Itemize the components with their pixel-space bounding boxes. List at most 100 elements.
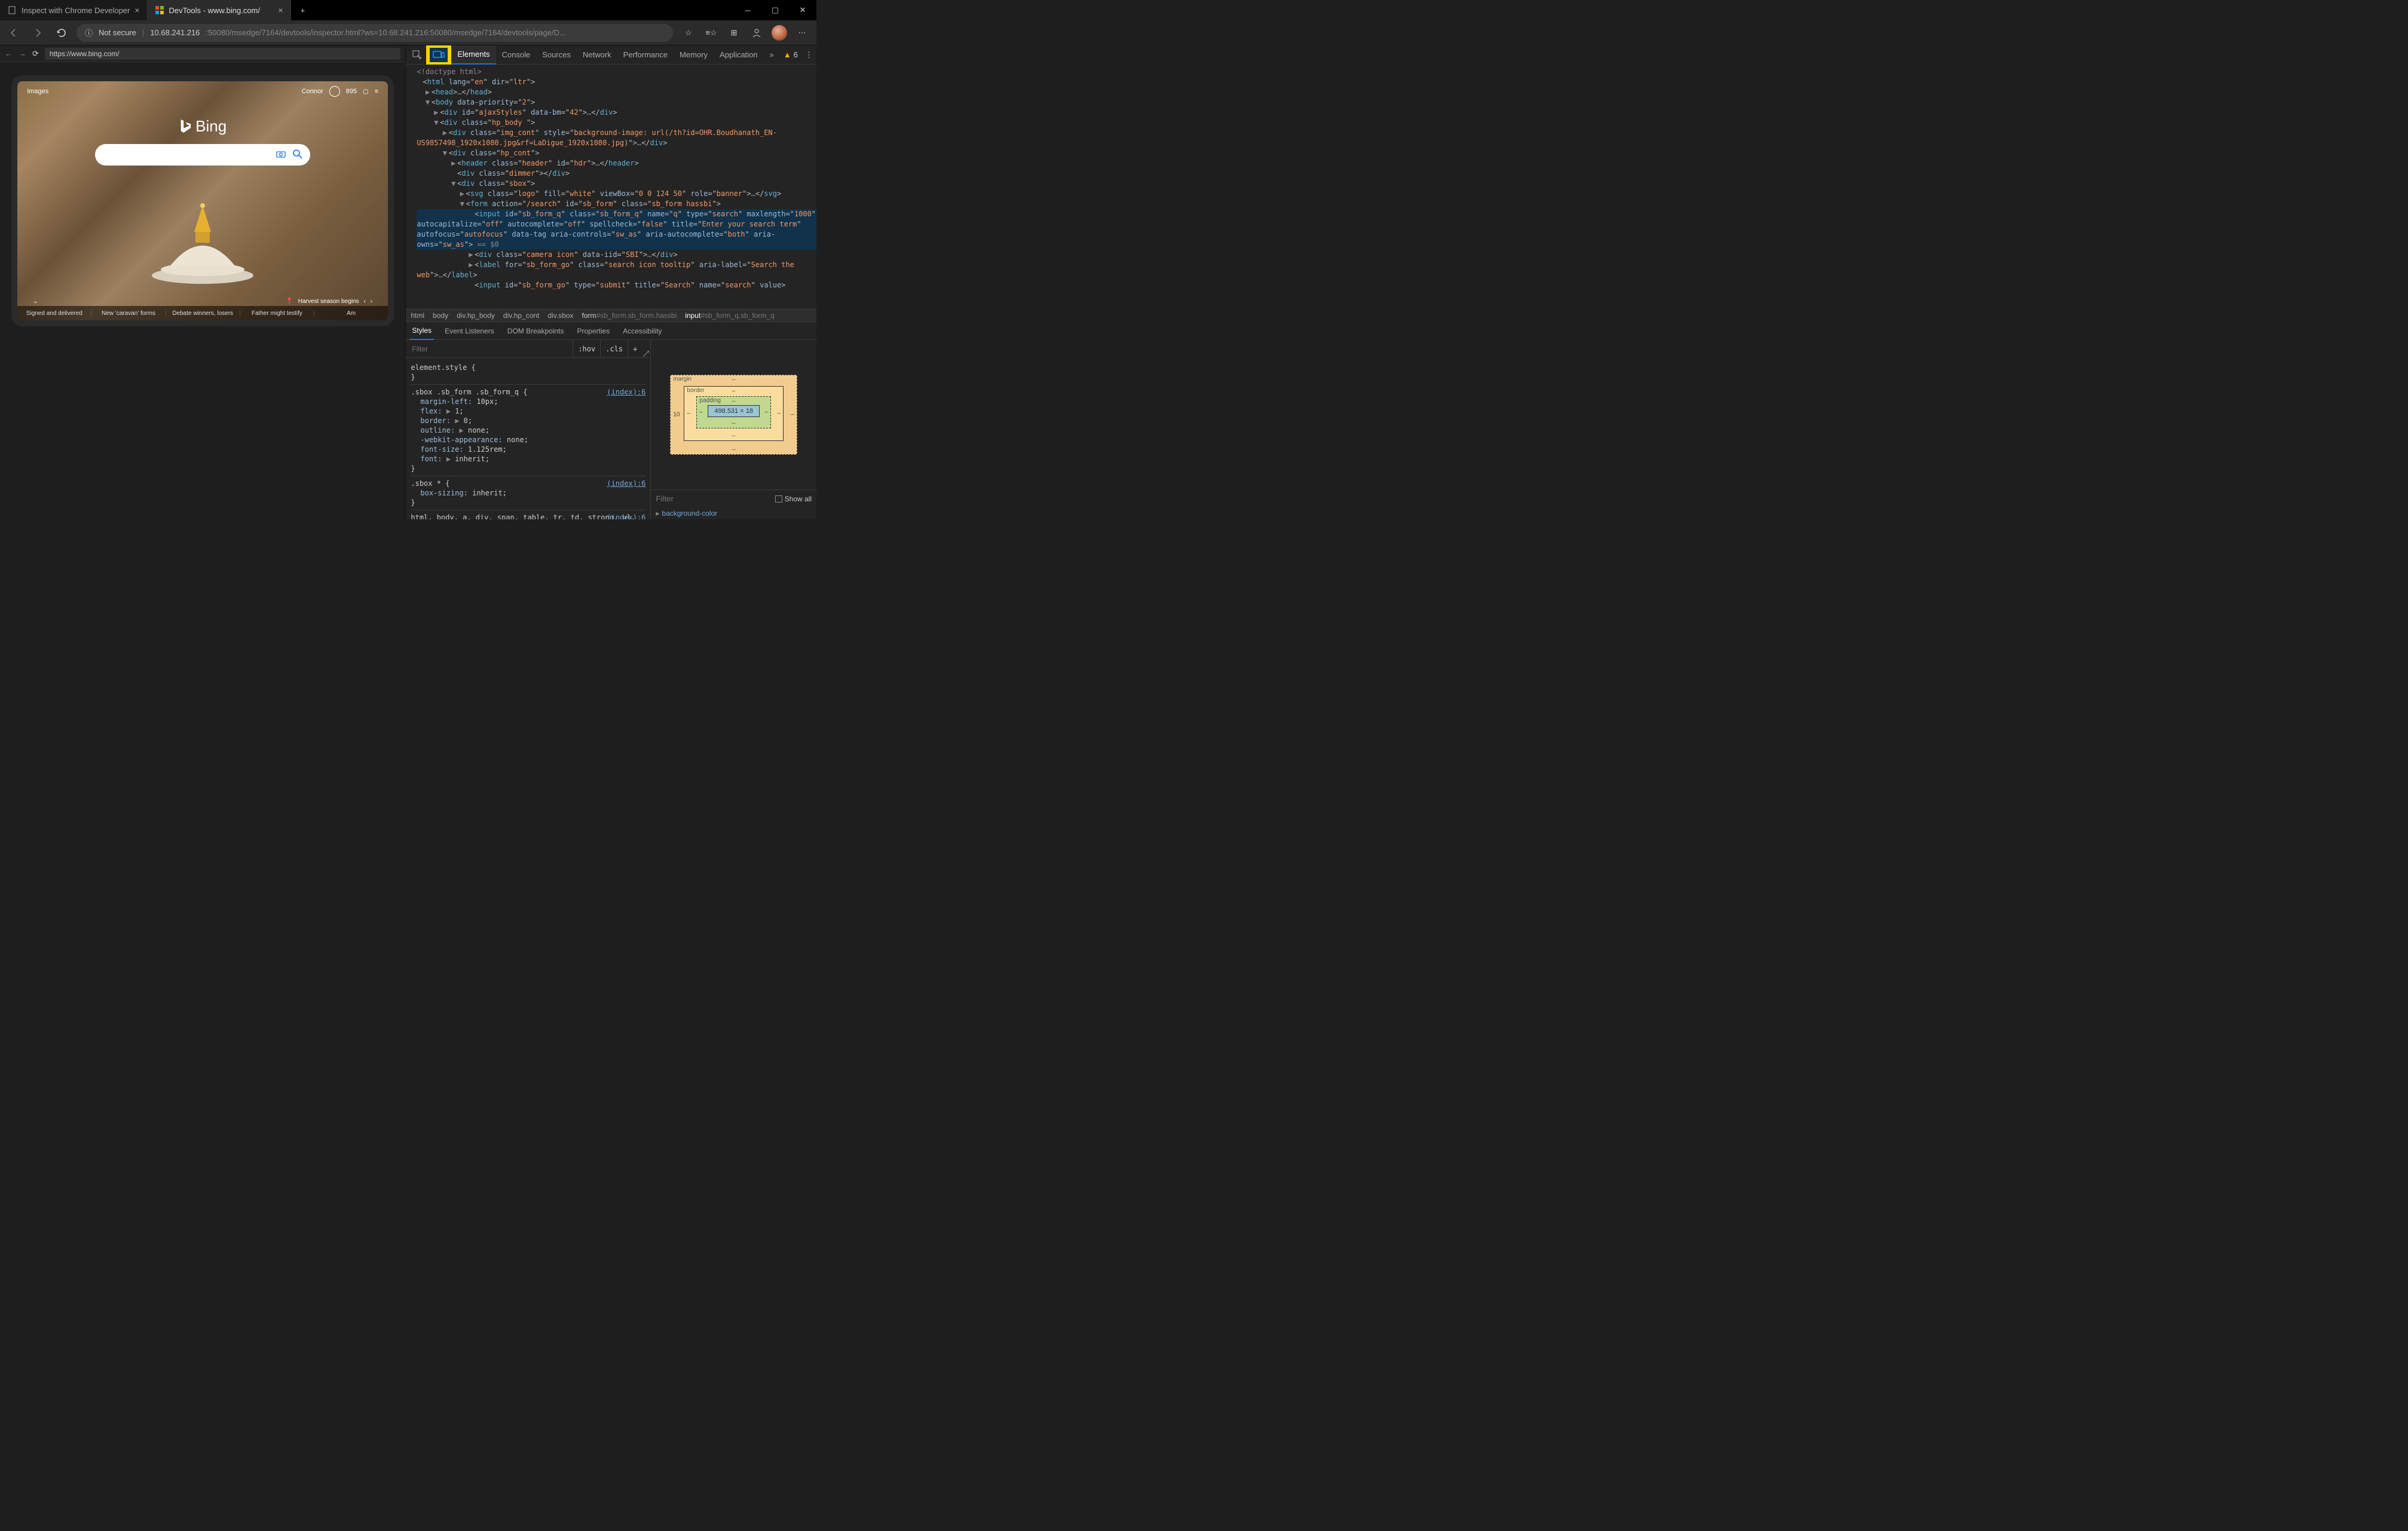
crumb[interactable]: body bbox=[433, 311, 448, 320]
window-controls: ─ ▢ ✕ bbox=[734, 0, 816, 20]
crumb[interactable]: div.hp_cont bbox=[503, 311, 540, 320]
favorites-bar-icon[interactable]: ≡☆ bbox=[702, 23, 721, 42]
new-tab-button[interactable]: + bbox=[291, 0, 315, 20]
security-status: Not secure bbox=[99, 28, 136, 37]
subtab-event-listeners[interactable]: Event Listeners bbox=[442, 322, 497, 340]
camera-icon[interactable] bbox=[276, 149, 286, 161]
favorite-icon[interactable]: ☆ bbox=[679, 23, 698, 42]
dom-tree[interactable]: <!doctype html> <html lang="en" dir="ltr… bbox=[406, 65, 816, 309]
screencast-view: Images Connor 895 ⬡ ≡ Bing bbox=[0, 62, 405, 519]
screencast-toolbar: ← → ⟳ https://www.bing.com/ bbox=[0, 45, 405, 62]
bing-points[interactable]: 895 bbox=[346, 88, 357, 95]
computed-filter-input[interactable] bbox=[656, 494, 775, 503]
minimize-button[interactable]: ─ bbox=[734, 0, 761, 20]
computed-pane: margin – 10 – – border – – – – padding bbox=[651, 340, 816, 519]
subtab-properties[interactable]: Properties bbox=[574, 322, 612, 340]
bing-logo: Bing bbox=[179, 117, 227, 136]
inspect-element-icon[interactable] bbox=[408, 46, 426, 64]
separator: | bbox=[142, 28, 144, 37]
styles-subtabs: Styles Event Listeners DOM Breakpoints P… bbox=[406, 322, 816, 340]
news-carousel[interactable]: Signed and delivered New 'caravan' forms… bbox=[17, 306, 388, 320]
edge-icon bbox=[155, 5, 164, 15]
person-icon[interactable] bbox=[747, 23, 766, 42]
toolbar-right: ☆ ≡☆ ⊞ ⋯ bbox=[679, 23, 812, 42]
tab-elements[interactable]: Elements bbox=[451, 45, 495, 65]
page-icon bbox=[7, 5, 17, 15]
carousel-card[interactable]: Father might testify bbox=[240, 310, 314, 317]
chevron-right-icon[interactable]: › bbox=[371, 298, 372, 305]
crumb[interactable]: html bbox=[411, 311, 424, 320]
carousel-card[interactable]: Signed and delivered bbox=[17, 310, 91, 317]
screencast-url[interactable]: https://www.bing.com/ bbox=[45, 48, 400, 60]
tab-console[interactable]: Console bbox=[496, 45, 537, 65]
browser-toolbar: ⓘ Not secure | 10.68.241.216:50080/msedg… bbox=[0, 20, 816, 45]
browser-tab-1[interactable]: DevTools - www.bing.com/ × bbox=[148, 0, 291, 20]
bing-menu-icon[interactable]: ≡ bbox=[375, 88, 378, 95]
forward-button[interactable] bbox=[29, 24, 47, 42]
dom-breadcrumbs[interactable]: html body div.hp_body div.hp_cont div.sb… bbox=[406, 309, 816, 322]
address-bar[interactable]: ⓘ Not secure | 10.68.241.216:50080/msedg… bbox=[77, 24, 673, 42]
styles-filter-input[interactable] bbox=[406, 345, 573, 353]
screencast-reload-icon[interactable]: ⟳ bbox=[32, 49, 39, 59]
carousel-card[interactable]: Debate winners, losers bbox=[166, 310, 240, 317]
css-rules[interactable]: element.style {}.sbox .sb_form .sb_form_… bbox=[406, 358, 650, 519]
warnings-badge[interactable]: ▲ 6 ⋮ bbox=[780, 50, 816, 60]
chevron-down-icon[interactable]: ⌄ bbox=[33, 298, 38, 305]
devtools-more-icon[interactable]: ⋮ bbox=[805, 50, 813, 60]
bing-user[interactable]: Connor bbox=[302, 88, 323, 95]
screencast-pane: ← → ⟳ https://www.bing.com/ Images Conno… bbox=[0, 45, 405, 519]
tab-memory[interactable]: Memory bbox=[674, 45, 714, 65]
close-icon[interactable]: × bbox=[278, 5, 283, 15]
styles-filter-bar: :hov .cls + bbox=[406, 340, 650, 358]
crumb[interactable]: div.hp_body bbox=[457, 311, 495, 320]
bing-avatar-icon[interactable] bbox=[329, 86, 340, 97]
tab-application[interactable]: Application bbox=[714, 45, 764, 65]
device-frame[interactable]: Images Connor 895 ⬡ ≡ Bing bbox=[11, 75, 394, 326]
new-rule-button[interactable]: + bbox=[628, 340, 642, 357]
bing-rewards-icon[interactable]: ⬡ bbox=[363, 88, 369, 96]
tab-network[interactable]: Network bbox=[577, 45, 617, 65]
box-model[interactable]: margin – 10 – – border – – – – padding bbox=[651, 340, 816, 489]
subtab-accessibility[interactable]: Accessibility bbox=[620, 322, 664, 340]
screencast-forward-icon[interactable]: → bbox=[19, 49, 26, 58]
browser-tab-0[interactable]: Inspect with Chrome Developer × bbox=[0, 0, 148, 20]
back-button[interactable] bbox=[5, 24, 23, 42]
devtools-pane: Elements Console Sources Network Perform… bbox=[405, 45, 816, 519]
location-icon: 📍 bbox=[286, 298, 293, 305]
hotspot-label[interactable]: Harvest season begins bbox=[298, 298, 359, 305]
screencast-back-icon[interactable]: ← bbox=[5, 49, 13, 58]
tab-performance[interactable]: Performance bbox=[617, 45, 674, 65]
carousel-card[interactable]: New 'caravan' forms bbox=[91, 310, 166, 317]
maximize-button[interactable]: ▢ bbox=[761, 0, 789, 20]
crumb: formform#sb_form.sb_form.hassbi#sb_form.… bbox=[582, 311, 677, 320]
cls-toggle[interactable]: .cls bbox=[600, 340, 628, 357]
tab-sources[interactable]: Sources bbox=[536, 45, 577, 65]
device-emulation-highlight bbox=[426, 45, 451, 65]
stupa-image bbox=[149, 201, 256, 284]
close-window-button[interactable]: ✕ bbox=[789, 0, 816, 20]
show-all-toggle[interactable]: Show all bbox=[775, 495, 812, 503]
close-icon[interactable]: × bbox=[134, 5, 139, 15]
more-icon[interactable]: ⋯ bbox=[793, 23, 812, 42]
chevron-left-icon[interactable]: ‹ bbox=[364, 298, 366, 305]
hov-toggle[interactable]: :hov bbox=[573, 340, 600, 357]
subtab-dom-breakpoints[interactable]: DOM Breakpoints bbox=[505, 322, 567, 340]
expand-icon[interactable] bbox=[642, 340, 650, 358]
profile-avatar[interactable] bbox=[770, 23, 789, 42]
tab-label: Inspect with Chrome Developer bbox=[22, 6, 130, 15]
tabs-overflow-icon[interactable]: » bbox=[764, 45, 780, 65]
bing-images-link[interactable]: Images bbox=[27, 88, 48, 95]
search-icon[interactable] bbox=[292, 149, 303, 161]
bing-footer: ⌄ 📍 Harvest season begins ‹ › bbox=[17, 298, 388, 305]
bing-search-input[interactable] bbox=[95, 144, 310, 166]
collections-icon[interactable]: ⊞ bbox=[724, 23, 743, 42]
carousel-card[interactable]: Am bbox=[314, 310, 388, 317]
url-rest: :50080/msedge/7164/devtools/inspector.ht… bbox=[206, 28, 565, 37]
subtab-styles[interactable]: Styles bbox=[409, 322, 434, 340]
crumb[interactable]: div.sbox bbox=[547, 311, 573, 320]
refresh-button[interactable] bbox=[53, 24, 71, 42]
styles-rules-pane: :hov .cls + element.style {}.sbox .sb_fo… bbox=[406, 340, 651, 519]
computed-property[interactable]: ▸ background-color bbox=[651, 507, 816, 519]
bing-header: Images Connor 895 ⬡ ≡ bbox=[17, 86, 388, 97]
toggle-device-icon[interactable] bbox=[430, 48, 448, 62]
